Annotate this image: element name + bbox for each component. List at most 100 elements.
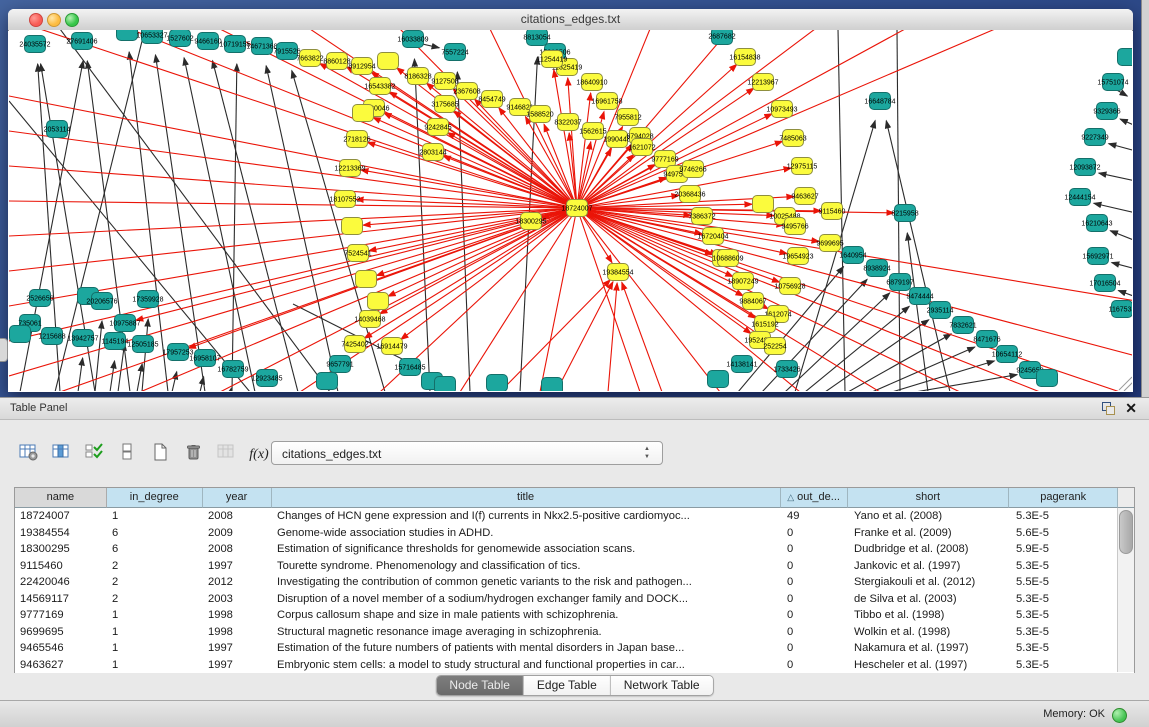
select-columns-button[interactable] [80, 440, 108, 468]
memory-status-indicator[interactable] [1112, 708, 1127, 723]
cell-in_degree: 1 [107, 640, 203, 657]
cell-year: 1997 [203, 558, 272, 575]
dropdown-arrows-icon: ▲▼ [642, 445, 652, 461]
cell-year: 1998 [203, 607, 272, 624]
graph-node[interactable] [708, 371, 729, 388]
table-row[interactable]: 946554611997Estimation of the future num… [15, 640, 1134, 657]
network-window-titlebar[interactable]: citations_edges.txt [8, 9, 1133, 31]
graph-node[interactable] [342, 218, 363, 235]
cell-title: Structural magnetic resonance image aver… [272, 624, 782, 641]
graph-node[interactable] [1118, 49, 1133, 66]
status-bar: Memory: OK [0, 700, 1149, 727]
table-row[interactable]: 2242004622012Investigating the contribut… [15, 574, 1134, 591]
graph-node[interactable] [353, 105, 374, 122]
table-row[interactable]: 969969511998Structural magnetic resonanc… [15, 624, 1134, 641]
graph-edge [232, 64, 237, 391]
table-row[interactable]: 1938455462009Genome-wide association stu… [15, 525, 1134, 542]
graph-node-label: 12213369 [334, 165, 365, 172]
cell-short: Franke et al. (2009) [849, 525, 1011, 542]
graph-edge [266, 66, 338, 391]
graph-node[interactable] [435, 377, 456, 392]
cell-out_de: 0 [782, 574, 849, 591]
table-mode-button[interactable] [14, 440, 42, 468]
column-header-out_de[interactable]: △out_de... [781, 488, 848, 508]
table-row[interactable]: 946362711997Embryonic stem cells: a mode… [15, 657, 1134, 674]
cell-short: Tibbo et al. (1998) [849, 607, 1011, 624]
table-row[interactable]: 1830029562008Estimation of significance … [15, 541, 1134, 558]
graph-node-label: 7425402 [341, 341, 368, 348]
graph-node-label: 19384554 [602, 269, 633, 276]
graph-node-label: 7485063 [779, 135, 806, 142]
tab-edge-table[interactable]: Edge Table [524, 676, 611, 695]
graph-node[interactable] [487, 375, 508, 392]
graph-node-label: 19654923 [782, 253, 813, 260]
graph-edge [577, 208, 1132, 356]
graph-edge [577, 208, 1040, 391]
column-header-in_degree[interactable]: in_degree [107, 488, 203, 508]
table-row[interactable]: 911546021997Tourette syndrome. Phenomeno… [15, 558, 1134, 575]
cell-name: 14569117 [15, 591, 107, 608]
graph-edge [9, 208, 577, 236]
network-select-dropdown[interactable]: citations_edges.txt ▲▼ [271, 441, 663, 465]
graph-node-label: 16958107 [189, 355, 220, 362]
network-graph-canvas[interactable]: 2403557227691406106533271527602946616010… [9, 30, 1132, 391]
cell-in_degree: 2 [107, 574, 203, 591]
graph-edge [172, 372, 177, 391]
function-builder-button[interactable]: f(x) [245, 440, 273, 468]
graph-node[interactable] [753, 196, 774, 213]
table-panel: Table Panel ✕ f(x) citations_edges.txt ▲… [0, 397, 1149, 701]
close-panel-icon[interactable]: ✕ [1125, 400, 1137, 417]
graph-edge [1109, 144, 1132, 151]
graph-node[interactable] [368, 293, 389, 310]
column-header-short[interactable]: short [848, 488, 1010, 508]
graph-node-label: 24035572 [19, 41, 50, 48]
graph-node-label: 2935114 [927, 307, 954, 314]
table-mode-icon [19, 443, 38, 466]
graph-node[interactable] [117, 30, 138, 41]
cell-year: 1997 [203, 657, 272, 674]
delete-column-button[interactable] [179, 440, 207, 468]
graph-edge [9, 208, 577, 271]
table-row[interactable]: 977716911998Corpus callosum shape and si… [15, 607, 1134, 624]
cell-short: Nakamura et al. (1997) [849, 640, 1011, 657]
graph-edge [95, 321, 102, 391]
column-header-year[interactable]: year [203, 488, 272, 508]
cell-in_degree: 6 [107, 541, 203, 558]
graph-node-label: 9463627 [791, 193, 818, 200]
east-panel-strip [1141, 0, 1149, 397]
tab-node-table[interactable]: Node Table [436, 676, 524, 695]
column-header-title[interactable]: title [272, 488, 781, 508]
tab-network-table[interactable]: Network Table [611, 676, 713, 695]
graph-node-label: 16914479 [376, 343, 407, 350]
create-column-button[interactable] [146, 440, 174, 468]
table-row[interactable]: 1872400712008Changes of HCN gene express… [15, 508, 1134, 525]
graph-node-label: 16543382 [364, 83, 395, 90]
row-options-button[interactable] [113, 440, 141, 468]
column-header-name[interactable]: name [15, 488, 107, 508]
west-panel-handle[interactable] [0, 338, 8, 362]
graph-edge [1094, 203, 1132, 213]
graph-node[interactable] [317, 373, 338, 390]
graph-node-label: 17016504 [1089, 280, 1120, 287]
graph-node[interactable] [378, 53, 399, 70]
graph-node[interactable] [1037, 370, 1058, 387]
graph-node-label: 18300295 [515, 218, 546, 225]
show-columns-button[interactable] [47, 440, 75, 468]
graph-node-label: 15692971 [1082, 253, 1113, 260]
column-header-pagerank[interactable]: pagerank [1009, 488, 1118, 508]
graph-node-label: 12975115 [787, 163, 818, 170]
cell-name: 9465546 [15, 640, 107, 657]
graph-node-label: 16720404 [697, 233, 728, 240]
graph-node[interactable] [356, 271, 377, 288]
graph-node[interactable] [10, 326, 31, 343]
graph-node-label: 18907249 [727, 278, 758, 285]
graph-node-label: 1588520 [526, 111, 553, 118]
graph-edge [1099, 173, 1132, 181]
float-panel-icon[interactable] [1102, 402, 1116, 415]
cell-year: 1997 [203, 640, 272, 657]
cell-short: Wolkin et al. (1998) [849, 624, 1011, 641]
graph-node[interactable] [542, 378, 563, 392]
scrollbar-thumb[interactable] [1119, 510, 1133, 554]
table-row[interactable]: 1456911722003Disruption of a novel membe… [15, 591, 1134, 608]
table-scrollbar[interactable] [1117, 508, 1134, 672]
